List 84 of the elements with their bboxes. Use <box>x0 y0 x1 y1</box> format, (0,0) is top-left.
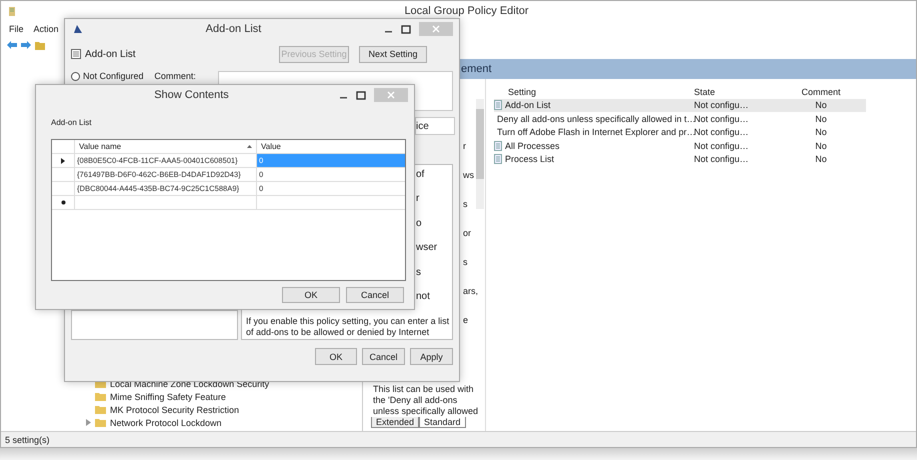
document-icon <box>494 100 502 110</box>
setting-row[interactable]: Deny all add-ons unless specifically allowed in t…Not configu… No <box>494 112 866 126</box>
menu-item[interactable]: File <box>9 24 24 34</box>
setting-row[interactable]: Turn off Adobe Flash in Internet Explorer and pr…Not configu… No <box>494 126 866 139</box>
help-text: r <box>416 193 420 204</box>
table-cell-text: Not configu… <box>694 114 750 124</box>
dialog-title: Show Contents <box>153 89 230 101</box>
field-label: Comment: <box>154 71 197 81</box>
table-cell-text: No <box>814 154 828 164</box>
table-cell-text: Not configu… <box>694 154 750 164</box>
tree-item[interactable]: Mime Sniffing Safety Feature <box>110 392 226 402</box>
table-cell-text: No <box>814 140 828 151</box>
view-tab[interactable]: Standard <box>419 417 466 428</box>
folder-icon <box>95 418 106 427</box>
setting-row[interactable]: Add-on List Not configu… No <box>494 98 866 112</box>
description-text: r <box>463 141 467 152</box>
column-header[interactable]: Comment <box>786 86 856 97</box>
description-text: s <box>463 199 468 210</box>
help-text: wser <box>416 242 438 254</box>
table-cell-text: Not configu… <box>694 100 750 110</box>
table-cell-text: Not configu… <box>694 140 750 151</box>
scrollbar[interactable] <box>476 99 484 209</box>
help-text: not <box>416 290 431 302</box>
setting-row[interactable]: All Processes Not configu… No <box>494 139 866 152</box>
supported-field: ice <box>415 117 455 135</box>
folder-icon <box>95 392 106 401</box>
setting-icon <box>71 49 81 59</box>
column-header[interactable]: State <box>694 86 786 97</box>
expand-icon[interactable] <box>86 419 91 426</box>
folder-icon <box>95 405 106 414</box>
menu-item[interactable]: Action <box>34 24 59 34</box>
table-cell-text: No <box>814 114 828 124</box>
app-icon <box>7 5 17 17</box>
description-text: s <box>463 257 468 268</box>
dialog-button[interactable]: Cancel <box>346 287 404 303</box>
table-cell: Add-on List <box>505 100 551 110</box>
description-text: This list can be used with the 'Deny all add-ons unless specifically allowed <box>372 384 480 417</box>
setting-row[interactable]: Process List Not configu… No <box>494 152 866 166</box>
maximize-icon[interactable] <box>401 24 411 34</box>
table-cell: Deny all add-ons unless specifically allowed in t… <box>497 114 696 124</box>
policy-icon <box>73 24 83 34</box>
back-icon[interactable] <box>7 41 17 49</box>
close-icon <box>387 91 395 99</box>
radio-option[interactable]: Not Configured <box>71 71 154 81</box>
table-cell: Turn off Adobe Flash in Internet Explorer and pr… <box>497 127 696 138</box>
close-button[interactable] <box>419 22 453 36</box>
description-text: or <box>463 228 472 239</box>
close-icon <box>432 25 440 33</box>
close-button[interactable] <box>374 88 408 102</box>
list-label: Add-on List <box>51 118 92 126</box>
document-icon <box>494 140 502 151</box>
dialog-button[interactable]: Apply <box>410 348 453 365</box>
tree-item[interactable]: MK Protocol Security Restriction <box>110 404 240 414</box>
window-title: Local Group Policy Editor <box>403 5 530 17</box>
table-cell-text: No <box>814 100 828 110</box>
dialog-button[interactable]: Cancel <box>362 348 405 365</box>
status-bar: 5 setting(s) <box>1 431 916 447</box>
maximize-icon[interactable] <box>356 90 366 100</box>
dialog-button[interactable]: OK <box>282 287 340 303</box>
help-text: o <box>416 218 423 229</box>
dialog-title: Add-on List <box>204 23 262 35</box>
sort-icon <box>247 145 252 148</box>
help-text: If you enable this policy setting, you can enter a list of add-ons to be allowed or denied by Internet <box>246 316 448 338</box>
description-text: ws <box>463 170 475 181</box>
description-text: ars, <box>463 286 480 297</box>
folder-icon[interactable] <box>35 40 45 50</box>
column-header[interactable]: Value <box>256 140 405 153</box>
table-cell-text: No <box>814 127 828 138</box>
view-tab[interactable]: Extended <box>371 417 420 428</box>
column-header[interactable]: Value name <box>74 140 256 153</box>
table-cell: All Processes <box>505 140 560 151</box>
help-text: of <box>416 169 426 180</box>
tree-item[interactable]: Network Protocol Lockdown <box>110 418 222 428</box>
help-text: s <box>416 266 422 278</box>
document-icon <box>494 154 502 164</box>
nav-button[interactable]: Next Setting <box>359 46 427 62</box>
setting-name: Add-on List <box>85 48 137 60</box>
description-text: e <box>463 315 470 326</box>
table-cell-text: Not configu… <box>694 127 750 138</box>
forward-icon[interactable] <box>21 41 31 49</box>
new-row-icon <box>60 200 66 205</box>
column-header[interactable]: Setting <box>494 86 694 97</box>
table-cell: Process List <box>505 154 554 164</box>
dialog-button[interactable]: OK <box>315 348 357 365</box>
